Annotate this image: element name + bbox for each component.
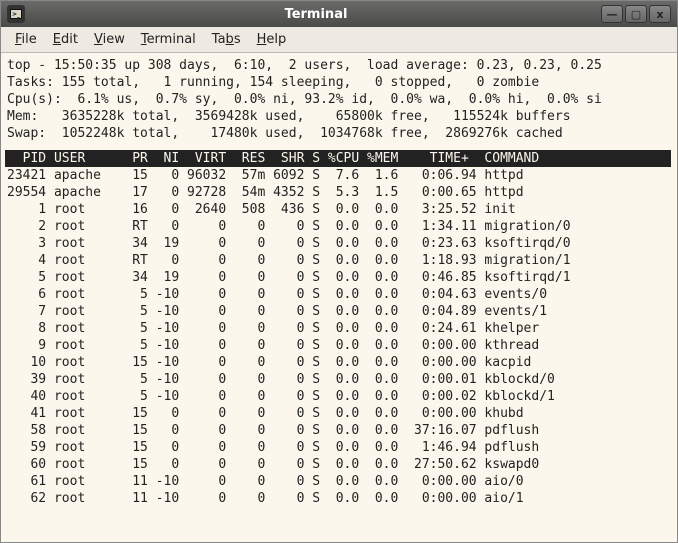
process-row: 5 root 34 19 0 0 0 S 0.0 0.0 0:46.85 kso… bbox=[7, 269, 671, 286]
menu-edit[interactable]: Edit bbox=[47, 30, 84, 49]
process-row: 23421 apache 15 0 96032 57m 6092 S 7.6 1… bbox=[7, 167, 671, 184]
terminal-output[interactable]: top - 15:50:35 up 308 days, 6:10, 2 user… bbox=[1, 53, 677, 542]
process-header: PID USER PR NI VIRT RES SHR S %CPU %MEM … bbox=[5, 150, 671, 167]
process-row: 10 root 15 -10 0 0 0 S 0.0 0.0 0:00.00 k… bbox=[7, 354, 671, 371]
summary-line-mem: Mem: 3635228k total, 3569428k used, 6580… bbox=[7, 108, 671, 125]
maximize-button[interactable]: ▢ bbox=[625, 5, 647, 23]
process-row: 29554 apache 17 0 92728 54m 4352 S 5.3 1… bbox=[7, 184, 671, 201]
summary-line-tasks: Tasks: 155 total, 1 running, 154 sleepin… bbox=[7, 74, 671, 91]
process-row: 2 root RT 0 0 0 0 S 0.0 0.0 1:34.11 migr… bbox=[7, 218, 671, 235]
process-row: 39 root 5 -10 0 0 0 S 0.0 0.0 0:00.01 kb… bbox=[7, 371, 671, 388]
titlebar: >_ Terminal — ▢ x bbox=[1, 1, 677, 27]
process-row: 41 root 15 0 0 0 0 S 0.0 0.0 0:00.00 khu… bbox=[7, 405, 671, 422]
minimize-button[interactable]: — bbox=[601, 5, 623, 23]
menubar: File Edit View Terminal Tabs Help bbox=[1, 27, 677, 53]
menu-file[interactable]: File bbox=[9, 30, 43, 49]
process-row: 60 root 15 0 0 0 0 S 0.0 0.0 27:50.62 ks… bbox=[7, 456, 671, 473]
process-row: 1 root 16 0 2640 508 436 S 0.0 0.0 3:25.… bbox=[7, 201, 671, 218]
process-row: 59 root 15 0 0 0 0 S 0.0 0.0 1:46.94 pdf… bbox=[7, 439, 671, 456]
process-row: 8 root 5 -10 0 0 0 S 0.0 0.0 0:24.61 khe… bbox=[7, 320, 671, 337]
menu-help[interactable]: Help bbox=[251, 30, 293, 49]
window-title: Terminal bbox=[31, 7, 601, 22]
process-row: 40 root 5 -10 0 0 0 S 0.0 0.0 0:00.02 kb… bbox=[7, 388, 671, 405]
process-row: 58 root 15 0 0 0 0 S 0.0 0.0 37:16.07 pd… bbox=[7, 422, 671, 439]
menu-tabs[interactable]: Tabs bbox=[206, 30, 247, 49]
svg-text:>_: >_ bbox=[12, 11, 20, 18]
summary-line-top: top - 15:50:35 up 308 days, 6:10, 2 user… bbox=[7, 57, 671, 74]
close-button[interactable]: x bbox=[649, 5, 671, 23]
menu-terminal[interactable]: Terminal bbox=[135, 30, 202, 49]
process-row: 4 root RT 0 0 0 0 S 0.0 0.0 1:18.93 migr… bbox=[7, 252, 671, 269]
menu-view[interactable]: View bbox=[88, 30, 131, 49]
process-row: 9 root 5 -10 0 0 0 S 0.0 0.0 0:00.00 kth… bbox=[7, 337, 671, 354]
process-row: 61 root 11 -10 0 0 0 S 0.0 0.0 0:00.00 a… bbox=[7, 473, 671, 490]
terminal-icon: >_ bbox=[7, 5, 25, 23]
process-row: 62 root 11 -10 0 0 0 S 0.0 0.0 0:00.00 a… bbox=[7, 490, 671, 507]
summary-line-swap: Swap: 1052248k total, 17480k used, 10347… bbox=[7, 125, 671, 142]
process-list: 23421 apache 15 0 96032 57m 6092 S 7.6 1… bbox=[7, 167, 671, 507]
window-controls: — ▢ x bbox=[601, 5, 671, 23]
summary-line-cpu: Cpu(s): 6.1% us, 0.7% sy, 0.0% ni, 93.2%… bbox=[7, 91, 671, 108]
process-row: 3 root 34 19 0 0 0 S 0.0 0.0 0:23.63 kso… bbox=[7, 235, 671, 252]
process-row: 7 root 5 -10 0 0 0 S 0.0 0.0 0:04.89 eve… bbox=[7, 303, 671, 320]
process-row: 6 root 5 -10 0 0 0 S 0.0 0.0 0:04.63 eve… bbox=[7, 286, 671, 303]
